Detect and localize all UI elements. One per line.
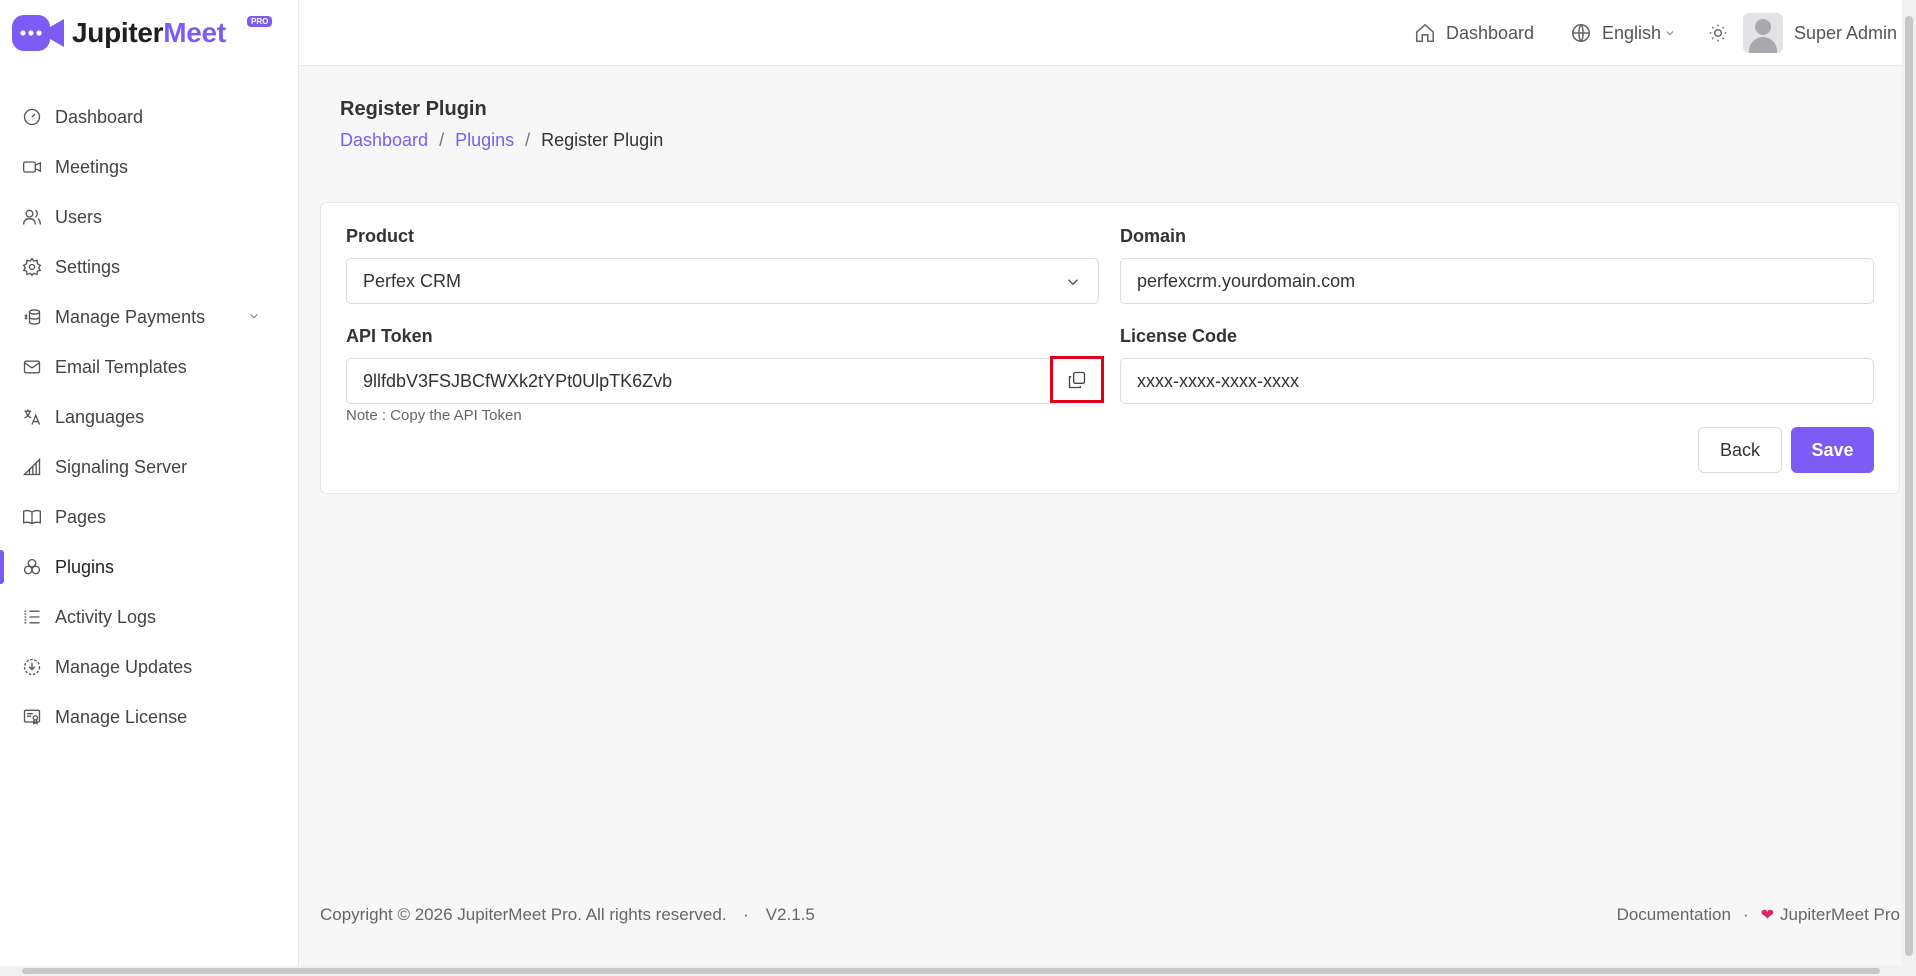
logo-camera-icon xyxy=(12,13,64,53)
sidebar-item-label: Pages xyxy=(55,506,107,527)
footer-separator: · xyxy=(743,905,749,924)
license-code-field[interactable]: xxxx-xxxx-xxxx-xxxx xyxy=(1120,358,1874,404)
api-token-note: Note : Copy the API Token xyxy=(346,407,522,424)
api-token-label: API Token xyxy=(346,326,433,346)
avatar xyxy=(1743,13,1783,53)
domain-field[interactable]: perfexcrm.yourdomain.com xyxy=(1120,258,1874,304)
sidebar-item-languages[interactable]: Languages xyxy=(0,392,299,442)
breadcrumb-separator: / xyxy=(525,130,531,150)
sidebar-item-label: Settings xyxy=(55,256,121,277)
users-icon xyxy=(22,207,42,227)
sidebar-item-manage-updates[interactable]: Manage Updates xyxy=(0,642,299,692)
sidebar-item-label: Activity Logs xyxy=(55,606,157,627)
breadcrumb: Dashboard / Plugins / Register Plugin xyxy=(340,130,663,151)
sidebar-item-signaling-server[interactable]: Signaling Server xyxy=(0,442,299,492)
breadcrumb-plugins[interactable]: Plugins xyxy=(455,130,514,151)
theme-toggle[interactable] xyxy=(1708,0,1728,66)
language-label: English xyxy=(1602,22,1662,43)
user-name: Super Admin xyxy=(1794,22,1898,43)
sidebar-item-label: Languages xyxy=(55,406,145,427)
app-name: JupiterMeet xyxy=(72,17,226,48)
sidebar-item-label: Email Templates xyxy=(55,356,187,377)
sidebar-item-email-templates[interactable]: Email Templates xyxy=(0,342,299,392)
gauge-icon xyxy=(22,107,42,127)
coins-icon xyxy=(22,307,42,327)
book-icon xyxy=(22,507,42,527)
register-plugin-card xyxy=(320,202,1900,494)
domain-label: Domain xyxy=(1120,226,1187,246)
sidebar: JupiterMeet PRO Dashboard Meetings Users… xyxy=(0,0,299,976)
horizontal-scrollbar-thumb[interactable] xyxy=(22,968,1880,974)
vertical-scrollbar[interactable] xyxy=(1902,0,1916,976)
sidebar-item-pages[interactable]: Pages xyxy=(0,492,299,542)
copy-token-button[interactable] xyxy=(1050,356,1104,403)
chevron-down-icon[interactable] xyxy=(247,309,261,323)
sun-icon xyxy=(1708,23,1728,43)
sidebar-item-label: Signaling Server xyxy=(55,456,188,477)
topbar-dashboard-label: Dashboard xyxy=(1446,22,1535,43)
product-label: Product xyxy=(346,226,415,246)
heart-icon: ❤ xyxy=(1760,907,1774,924)
license-code-placeholder: xxxx-xxxx-xxxx-xxxx xyxy=(1137,370,1299,391)
pro-badge: PRO xyxy=(247,16,273,27)
video-icon xyxy=(22,157,42,177)
sidebar-item-users[interactable]: Users xyxy=(0,192,299,242)
chevron-down-icon xyxy=(1664,27,1676,39)
sidebar-item-plugins[interactable]: Plugins xyxy=(0,542,299,592)
breadcrumb-current: Register Plugin xyxy=(541,130,664,150)
signal-icon xyxy=(22,457,42,477)
download-circle-icon xyxy=(22,657,42,677)
plugins-icon xyxy=(22,557,42,577)
save-button[interactable]: Save xyxy=(1791,427,1874,473)
breadcrumb-separator: / xyxy=(439,130,445,150)
horizontal-scrollbar[interactable] xyxy=(0,966,1902,976)
sidebar-item-dashboard[interactable]: Dashboard xyxy=(0,92,299,142)
sidebar-item-manage-payments[interactable]: Manage Payments xyxy=(0,292,299,342)
topbar-dashboard-link[interactable]: Dashboard xyxy=(1414,0,1534,66)
gear-icon xyxy=(22,257,42,277)
chevron-down-icon xyxy=(1064,273,1082,296)
copy-icon xyxy=(1067,370,1087,390)
footer-separator: · xyxy=(1742,905,1749,924)
sidebar-item-label: Plugins xyxy=(55,556,115,577)
sidebar-item-label: Manage License xyxy=(55,706,188,727)
documentation-link[interactable]: Documentation xyxy=(1617,905,1731,925)
footer-links: Documentation · ❤ JupiterMeet Pro xyxy=(1617,905,1900,925)
sidebar-item-meetings[interactable]: Meetings xyxy=(0,142,299,192)
sidebar-item-label: Manage Payments xyxy=(55,306,206,327)
version-text: V2.1.5 xyxy=(765,905,815,924)
sidebar-item-label: Manage Updates xyxy=(55,656,193,677)
sidebar-item-manage-license[interactable]: Manage License xyxy=(0,692,299,742)
product-select[interactable]: Perfex CRM xyxy=(346,258,1099,304)
mail-icon xyxy=(22,357,42,377)
user-menu[interactable]: Super Admin xyxy=(1743,0,1897,66)
translate-icon xyxy=(22,407,42,427)
app-logo[interactable]: JupiterMeet xyxy=(12,10,226,56)
back-button[interactable]: Back xyxy=(1698,427,1782,473)
product-value: Perfex CRM xyxy=(363,270,462,291)
vertical-scrollbar-thumb[interactable] xyxy=(1905,16,1913,956)
api-token-value: 9llfdbV3FSJBCfWXk2tYPt0UlpTK6Zvb xyxy=(363,370,673,391)
license-code-label: License Code xyxy=(1120,326,1238,346)
home-icon xyxy=(1414,22,1436,44)
sidebar-item-activity-logs[interactable]: Activity Logs xyxy=(0,592,299,642)
license-icon xyxy=(22,707,42,727)
domain-value: perfexcrm.yourdomain.com xyxy=(1137,270,1356,291)
footer-brand: JupiterMeet Pro xyxy=(1780,905,1900,924)
top-bar: Dashboard English Super Admin xyxy=(300,0,1906,66)
sidebar-nav: Dashboard Meetings Users Settings Manage… xyxy=(0,92,299,742)
globe-icon xyxy=(1570,22,1592,44)
sidebar-item-label: Users xyxy=(55,206,103,227)
list-icon xyxy=(22,607,42,627)
api-token-field[interactable]: 9llfdbV3FSJBCfWXk2tYPt0UlpTK6Zvb xyxy=(346,358,1052,404)
copyright-text: Copyright © 2026 JupiterMeet Pro. All ri… xyxy=(320,905,727,924)
sidebar-item-label: Meetings xyxy=(55,156,129,177)
footer-copyright: Copyright © 2026 JupiterMeet Pro. All ri… xyxy=(320,905,815,925)
sidebar-item-settings[interactable]: Settings xyxy=(0,242,299,292)
sidebar-item-label: Dashboard xyxy=(55,106,144,127)
page-title: Register Plugin xyxy=(340,98,487,120)
language-selector[interactable]: English xyxy=(1570,0,1676,66)
breadcrumb-dashboard[interactable]: Dashboard xyxy=(340,130,428,151)
